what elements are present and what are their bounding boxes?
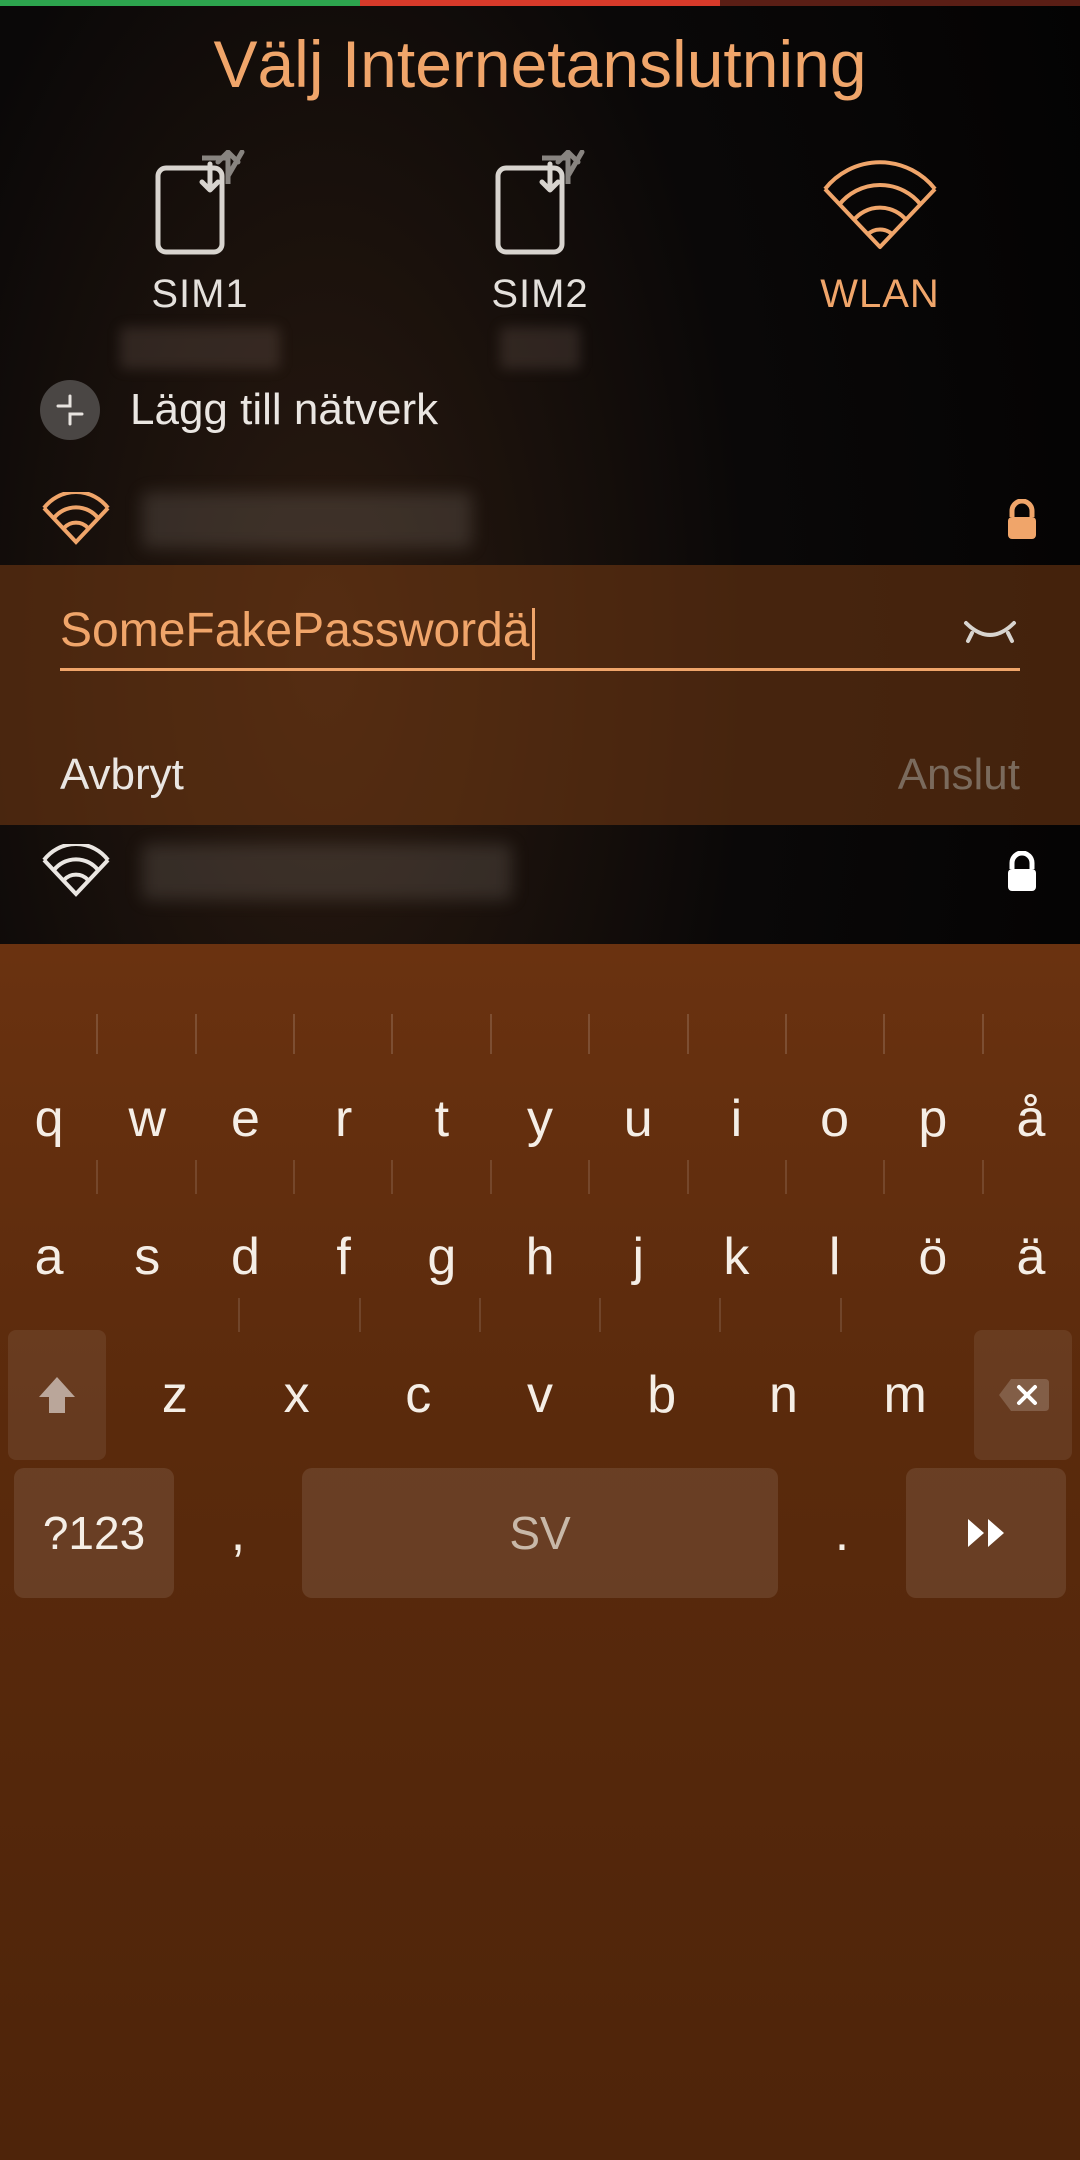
sim-icon (490, 150, 590, 260)
key-m[interactable]: m (844, 1330, 966, 1460)
keyboard: q w e r t y u i o p å a s d f g h j k l … (0, 944, 1080, 2160)
connection-sim1[interactable]: SIM1 (50, 150, 350, 369)
key-b[interactable]: b (601, 1330, 723, 1460)
connection-sim2[interactable]: SIM2 (390, 150, 690, 369)
connection-label: WLAN (820, 272, 940, 317)
page-title: Välj Internetanslutning (0, 26, 1080, 102)
connection-carrier-redacted (500, 327, 580, 369)
status-bar (0, 0, 1080, 6)
toggle-password-visibility[interactable] (960, 602, 1020, 662)
key-period[interactable]: . (792, 1468, 892, 1598)
add-network-label: Lägg till nätverk (130, 385, 438, 435)
keyboard-row-3: z x c v b n m (0, 1330, 1080, 1460)
password-input[interactable]: SomeFakePasswordä (60, 595, 1020, 671)
key-v[interactable]: v (479, 1330, 601, 1460)
lock-icon (1004, 499, 1040, 541)
password-panel: SomeFakePasswordä Avbryt Anslut (0, 565, 1080, 825)
connection-label: SIM2 (491, 272, 588, 317)
backspace-icon (997, 1375, 1049, 1415)
key-c[interactable]: c (357, 1330, 479, 1460)
add-network-button[interactable]: Lägg till nätverk (40, 380, 1040, 440)
connect-button[interactable]: Anslut (898, 750, 1020, 800)
connection-wlan[interactable]: WLAN (730, 150, 1030, 317)
key-z[interactable]: z (114, 1330, 236, 1460)
wifi-network-item[interactable] (0, 822, 1080, 922)
key-enter[interactable] (906, 1468, 1066, 1598)
key-shift[interactable] (8, 1330, 106, 1460)
keyboard-row-4: ?123 , SV . (0, 1468, 1080, 1598)
key-comma[interactable]: , (188, 1468, 288, 1598)
shift-icon (33, 1371, 81, 1419)
wifi-name-redacted (142, 844, 512, 900)
wifi-icon (40, 844, 112, 900)
sim-icon (150, 150, 250, 260)
connection-label: SIM1 (151, 272, 248, 317)
key-ä[interactable]: ä (982, 1192, 1080, 1322)
key-x[interactable]: x (236, 1330, 358, 1460)
lock-icon (1004, 851, 1040, 893)
forward-icon (962, 1515, 1010, 1551)
wifi-icon (815, 150, 945, 260)
key-symbols[interactable]: ?123 (14, 1468, 174, 1598)
keyboard-ticks (0, 1014, 1080, 1054)
add-network-icon (40, 380, 100, 440)
key-backspace[interactable] (974, 1330, 1072, 1460)
connection-carrier-redacted (120, 327, 280, 369)
wifi-icon (40, 492, 112, 548)
connection-type-row: SIM1 SIM2 WLAN (0, 150, 1080, 369)
key-n[interactable]: n (723, 1330, 845, 1460)
key-a[interactable]: a (0, 1192, 98, 1322)
password-value: SomeFakePasswordä (60, 604, 530, 657)
cancel-button[interactable]: Avbryt (60, 750, 184, 800)
wifi-network-selected[interactable] (0, 470, 1080, 570)
wifi-name-redacted (142, 492, 472, 548)
key-spacebar[interactable]: SV (302, 1468, 778, 1598)
text-cursor (532, 608, 535, 660)
